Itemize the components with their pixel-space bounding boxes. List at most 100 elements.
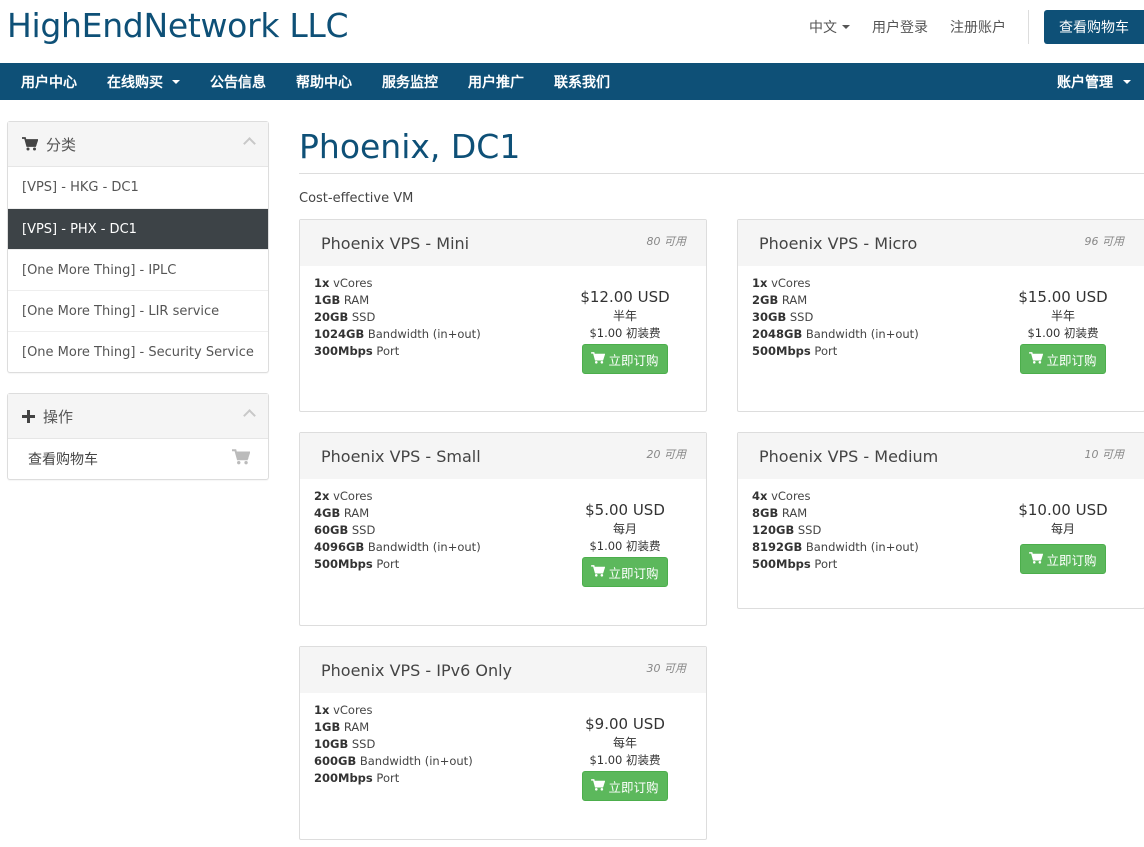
view-cart-action[interactable]: 查看购物车 (8, 439, 268, 479)
nav-shop-label: 在线购买 (107, 74, 163, 91)
spec-label: SSD (348, 523, 376, 537)
order-now-button[interactable]: 立即订购 (1020, 344, 1106, 374)
spec-row: 600GB Bandwidth (in+out) (314, 753, 473, 770)
order-now-button[interactable]: 立即订购 (582, 344, 668, 374)
actions-title: 操作 (43, 407, 74, 426)
nav-account[interactable]: 账户管理 (1042, 63, 1144, 100)
order-now-button[interactable]: 立即订购 (582, 771, 668, 801)
categories-panel-header[interactable]: 分类 (8, 122, 268, 167)
nav-service-monitor[interactable]: 服务监控 (367, 63, 453, 100)
spec-label: SSD (794, 523, 822, 537)
spec-row: 20GB SSD (314, 309, 481, 326)
category-item[interactable]: [One More Thing] - Security Service (8, 331, 268, 372)
product-pricing: $12.00 USD 半年 $1.00 初装费 立即订购 (555, 287, 695, 374)
order-now-button[interactable]: 立即订购 (582, 557, 668, 587)
spec-label: RAM (340, 293, 370, 307)
spec-row: 2x vCores (314, 488, 481, 505)
order-now-button[interactable]: 立即订购 (1020, 544, 1106, 574)
spec-row: 300Mbps Port (314, 343, 481, 360)
spec-label: Bandwidth (in+out) (356, 754, 473, 768)
view-cart-action-label: 查看购物车 (28, 452, 98, 468)
product-card-header: Phoenix VPS - Small 20 可用 (300, 433, 706, 479)
chevron-up-icon[interactable] (243, 409, 256, 422)
plus-icon (22, 409, 35, 423)
spec-label: Bandwidth (in+out) (364, 540, 481, 554)
product-card: Phoenix VPS - Small 20 可用 2x vCores 4GB R… (299, 432, 707, 626)
spec-label: vCores (329, 276, 373, 290)
login-link[interactable]: 用户登录 (872, 17, 928, 37)
nav-shop[interactable]: 在线购买 (92, 63, 195, 100)
categories-title: 分类 (46, 135, 77, 154)
register-link[interactable]: 注册账户 (950, 17, 1006, 37)
spec-value: 1x (314, 276, 330, 290)
chevron-up-icon[interactable] (243, 137, 256, 150)
spec-label: Port (372, 557, 400, 571)
product-card-header: Phoenix VPS - Mini 80 可用 (300, 220, 706, 266)
order-now-label: 立即订购 (608, 779, 659, 795)
order-now-label: 立即订购 (1046, 352, 1097, 368)
spec-label: Bandwidth (in+out) (802, 540, 919, 554)
spec-value: 8192GB (752, 540, 803, 554)
product-availability: 20 可用 (646, 448, 687, 461)
spec-value: 4x (752, 489, 768, 503)
product-specs: 1x vCores 2GB RAM 30GB SSD 2048GB Bandwidth… (752, 275, 919, 360)
spec-row: 500Mbps Port (752, 556, 919, 573)
spec-row: 60GB SSD (314, 522, 481, 539)
spec-row: 2GB RAM (752, 292, 919, 309)
product-card: Phoenix VPS - Mini 80 可用 1x vCores 1GB RA… (299, 219, 707, 412)
brand-logo[interactable]: HighEndNetwork LLC (7, 6, 349, 45)
spec-row: 2048GB Bandwidth (in+out) (752, 326, 919, 343)
billing-cycle: 每月 (1050, 522, 1075, 536)
language-selector[interactable]: 中文 (809, 17, 850, 37)
product-card: Phoenix VPS - Medium 10 可用 4x vCores 8GB … (737, 432, 1144, 609)
spec-row: 1GB RAM (314, 719, 473, 736)
category-item[interactable]: [One More Thing] - LIR service (8, 290, 268, 331)
order-now-label: 立即订购 (608, 352, 659, 368)
category-item-active[interactable]: [VPS] - PHX - DC1 (8, 208, 268, 249)
billing-cycle: 半年 (1050, 309, 1075, 323)
product-name: Phoenix VPS - Small (321, 447, 481, 466)
spec-row: 30GB SSD (752, 309, 919, 326)
cart-icon (591, 351, 608, 367)
setup-fee: $1.00 初装费 (589, 539, 661, 553)
spec-label: Port (372, 344, 400, 358)
product-price: $9.00 USD (585, 715, 665, 733)
spec-row: 120GB SSD (752, 522, 919, 539)
spec-value: 1024GB (314, 327, 365, 341)
product-card: Phoenix VPS - Micro 96 可用 1x vCores 2GB R… (737, 219, 1144, 412)
spec-row: 4x vCores (752, 488, 919, 505)
product-specs: 1x vCores 1GB RAM 20GB SSD 1024GB Bandwidth… (314, 275, 481, 360)
setup-fee: $1.00 初装费 (1027, 326, 1099, 340)
product-name: Phoenix VPS - Micro (759, 234, 918, 253)
spec-value: 2048GB (752, 327, 803, 341)
spec-label: vCores (767, 489, 811, 503)
spec-label: SSD (348, 310, 376, 324)
spec-row: 1x vCores (314, 702, 473, 719)
main-navbar: 用户中心 在线购买 公告信息 帮助中心 服务监控 用户推广 联系我们 账户管理 (0, 63, 1144, 100)
actions-panel-header[interactable]: 操作 (8, 394, 268, 439)
product-availability: 96 可用 (1084, 235, 1125, 248)
product-specs: 4x vCores 8GB RAM 120GB SSD 8192GB Bandwidt… (752, 488, 919, 573)
spec-label: Port (810, 344, 838, 358)
divider (1028, 10, 1029, 44)
view-cart-button[interactable]: 查看购物车 (1044, 10, 1144, 44)
cart-icon (22, 137, 38, 151)
product-card: Phoenix VPS - IPv6 Only 30 可用 1x vCores 1… (299, 646, 707, 840)
spec-row: 500Mbps Port (314, 556, 481, 573)
nav-announcements[interactable]: 公告信息 (195, 63, 281, 100)
spec-value: 500Mbps (314, 557, 373, 571)
spec-label: RAM (778, 293, 808, 307)
spec-row: 4GB RAM (314, 505, 481, 522)
nav-affiliates[interactable]: 用户推广 (453, 63, 539, 100)
nav-contact[interactable]: 联系我们 (539, 63, 625, 100)
category-item[interactable]: [One More Thing] - IPLC (8, 249, 268, 290)
nav-help-center[interactable]: 帮助中心 (281, 63, 367, 100)
spec-label: RAM (778, 506, 808, 520)
cart-icon (1029, 551, 1046, 567)
caret-down-icon (842, 25, 850, 29)
spec-value: 2x (314, 489, 330, 503)
spec-label: Port (810, 557, 838, 571)
spec-value: 1x (314, 703, 330, 717)
nav-user-center[interactable]: 用户中心 (0, 63, 92, 100)
category-item[interactable]: [VPS] - HKG - DC1 (8, 167, 268, 208)
